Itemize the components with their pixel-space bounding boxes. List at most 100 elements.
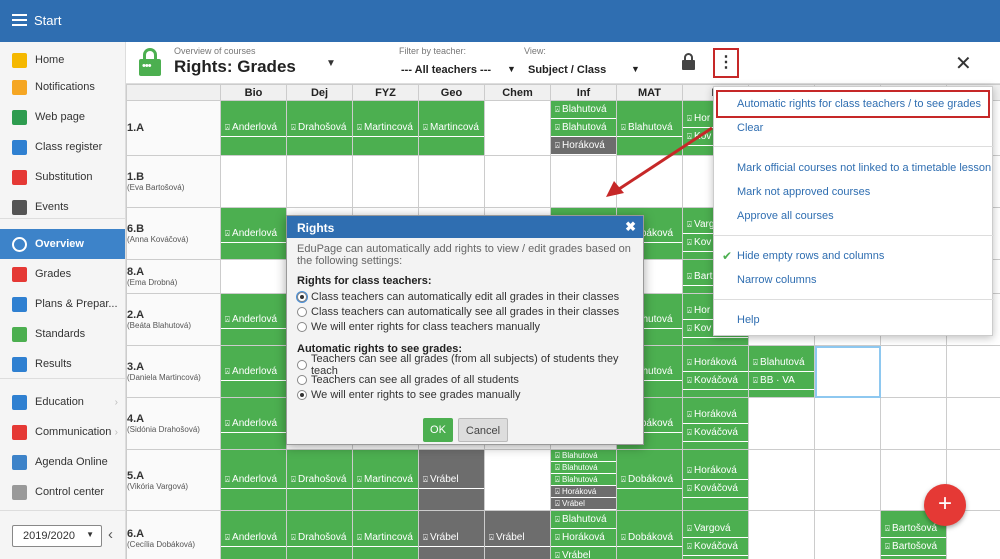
grid-cell[interactable]	[814, 397, 881, 450]
radio-icon[interactable]	[297, 374, 307, 385]
column-header[interactable]: Geo	[418, 84, 485, 101]
radio-class-teachers-manual[interactable]: We will enter rights for class teachers …	[297, 319, 633, 334]
teacher-chip[interactable]: Horáková	[683, 462, 748, 480]
grid-cell[interactable]: Martincová	[352, 510, 419, 559]
sidebar-item-home[interactable]: Home	[0, 45, 125, 75]
grid-cell[interactable]: Dobáková	[616, 449, 683, 511]
menu-item-help[interactable]: Help	[714, 314, 994, 326]
grid-cell[interactable]	[352, 155, 419, 208]
grid-cell[interactable]	[880, 345, 947, 398]
teacher-chip[interactable]: Blahutová	[749, 353, 814, 372]
grid-cell[interactable]: HorákováKováčová	[682, 449, 749, 511]
sidebar-item-notifications[interactable]: Notifications	[0, 72, 125, 102]
grid-cell[interactable]	[880, 397, 947, 450]
grid-cell[interactable]: VargováKováčová	[682, 510, 749, 559]
grid-cell[interactable]: Drahošová	[286, 449, 353, 511]
menu-item-mark-not-approved[interactable]: Mark not approved courses	[714, 186, 994, 198]
add-button[interactable]: +	[924, 484, 966, 526]
grid-cell[interactable]	[946, 345, 1000, 398]
ok-button[interactable]: OK	[423, 418, 453, 442]
lock-icon[interactable]	[682, 53, 695, 70]
teacher-chip[interactable]: Horáková	[683, 353, 748, 372]
view-caret-icon[interactable]: ▼	[631, 64, 640, 74]
teacher-chip[interactable]: Vrábel	[419, 471, 484, 489]
sidebar-item-communication[interactable]: Communication ›	[0, 417, 125, 447]
column-header[interactable]: Dej	[286, 84, 353, 101]
teacher-chip[interactable]: Dobáková	[617, 529, 682, 547]
dialog-close-icon[interactable]: ✖	[625, 219, 636, 235]
radio-icon[interactable]	[297, 306, 307, 317]
teacher-chip[interactable]: Kováčová	[683, 423, 748, 442]
grid-cell[interactable]	[484, 449, 551, 511]
radio-class-teachers-see[interactable]: Class teachers can automatically see all…	[297, 304, 633, 319]
sidebar-item-substitution[interactable]: Substitution	[0, 162, 125, 192]
menu-item-clear[interactable]: Clear	[714, 122, 994, 134]
grid-cell[interactable]	[814, 345, 881, 398]
column-header[interactable]: MAT	[616, 84, 683, 101]
teacher-chip[interactable]: Blahutová	[551, 450, 616, 462]
teacher-chip[interactable]: Vrábel	[485, 529, 550, 547]
teacher-chip[interactable]: Dobáková	[617, 471, 682, 489]
teacher-chip[interactable]: Anderlová	[221, 529, 286, 547]
close-icon[interactable]: ✕	[955, 51, 972, 76]
column-header[interactable]: Inf	[550, 84, 617, 101]
grid-cell[interactable]: Anderlová	[220, 207, 287, 260]
teacher-chip[interactable]: Anderlová	[221, 119, 286, 137]
grid-cell[interactable]: Anderlová	[220, 100, 287, 156]
teacher-chip[interactable]: Vrábel	[551, 498, 616, 510]
teacher-chip[interactable]: Drahošová	[287, 119, 352, 137]
radio-icon[interactable]	[297, 321, 307, 332]
sidebar-item-standards[interactable]: Standards	[0, 319, 125, 349]
grid-cell[interactable]: Dobáková	[616, 510, 683, 559]
teacher-chip[interactable]: Vrábel	[419, 529, 484, 547]
class-row-header[interactable]: 5.A (Vikória Vargová)	[126, 449, 221, 511]
grid-cell[interactable]: HorákováKováčová	[682, 397, 749, 450]
grid-cell[interactable]	[814, 510, 881, 559]
grid-cell[interactable]: Anderlová	[220, 397, 287, 450]
grid-cell[interactable]	[946, 397, 1000, 450]
class-row-header[interactable]: 3.A (Daniela Martincová)	[126, 345, 221, 398]
menu-item-auto-rights[interactable]: Automatic rights for class teachers / to…	[714, 98, 994, 110]
teacher-chip[interactable]: Horáková	[551, 529, 616, 547]
teacher-filter-select[interactable]: --- All teachers ---	[401, 64, 491, 76]
teacher-chip[interactable]: Vrábel	[551, 547, 616, 559]
menu-item-approve-all[interactable]: Approve all courses	[714, 210, 994, 222]
grid-cell[interactable]: Vrábel	[418, 449, 485, 511]
grid-cell[interactable]	[748, 397, 815, 450]
teacher-chip[interactable]: Martincová	[353, 471, 418, 489]
grid-cell[interactable]: Anderlová	[220, 345, 287, 398]
class-row-header[interactable]: 1.A	[126, 100, 221, 156]
grid-cell[interactable]	[286, 155, 353, 208]
teacher-chip[interactable]: Drahošová	[287, 471, 352, 489]
teacher-chip[interactable]: Vargová	[683, 520, 748, 538]
cancel-button[interactable]: Cancel	[458, 418, 508, 442]
view-select[interactable]: Subject / Class	[528, 64, 606, 76]
grid-cell[interactable]: Martincová	[352, 100, 419, 156]
teacher-chip[interactable]: Blahutová	[551, 462, 616, 474]
sidebar-item-control-center[interactable]: Control center	[0, 477, 125, 507]
grid-cell[interactable]: Anderlová	[220, 510, 287, 559]
sidebar-item-results[interactable]: Results	[0, 349, 125, 379]
hamburger-menu-icon[interactable]	[12, 14, 27, 26]
radio-selected-icon[interactable]	[297, 291, 307, 302]
teacher-chip[interactable]: Horáková	[683, 405, 748, 424]
class-row-header[interactable]: 6.B (Anna Kováčová)	[126, 207, 221, 260]
teacher-chip[interactable]: BB · VA	[749, 371, 814, 390]
class-row-header[interactable]: 1.B (Eva Bartošová)	[126, 155, 221, 208]
teacher-chip[interactable]: Blahutová	[551, 511, 616, 529]
teacher-chip[interactable]: Anderlová	[221, 471, 286, 489]
sidebar-item-overview[interactable]: Overview	[0, 229, 125, 259]
collapse-sidebar-icon[interactable]: ‹	[108, 526, 113, 543]
grid-cell[interactable]	[748, 449, 815, 511]
teacher-chip[interactable]: Horáková	[551, 486, 616, 498]
grid-cell[interactable]: Martincová	[418, 100, 485, 156]
grid-cell[interactable]: Anderlová	[220, 449, 287, 511]
title-caret-icon[interactable]: ▼	[326, 58, 336, 69]
grid-cell[interactable]: Drahošová	[286, 100, 353, 156]
grid-cell[interactable]	[418, 155, 485, 208]
grid-cell[interactable]: Vrábel	[418, 510, 485, 559]
radio-see-subject-grades[interactable]: Teachers can see all grades (from all su…	[297, 353, 633, 377]
page-title[interactable]: Rights: Grades	[174, 57, 296, 77]
class-row-header[interactable]: 2.A (Beáta Blahutová)	[126, 293, 221, 346]
grid-cell[interactable]: Martincová	[352, 449, 419, 511]
